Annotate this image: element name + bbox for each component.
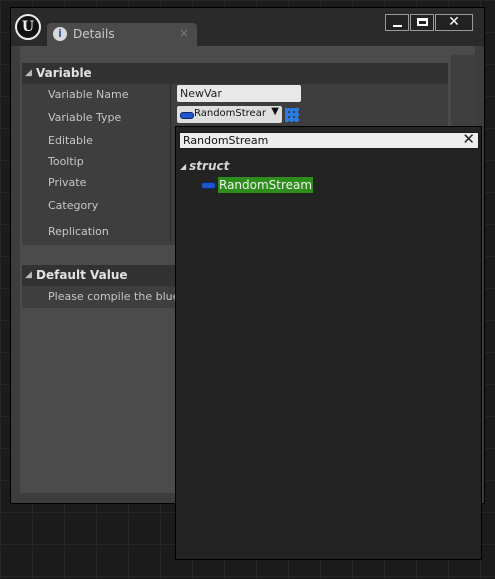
prop-replication-label: Replication	[48, 225, 109, 238]
prop-variable-name-label: Variable Name	[48, 88, 129, 101]
compile-message: Please compile the bluep	[48, 290, 187, 303]
collapse-arrow-icon[interactable]: ◢	[180, 162, 186, 171]
prop-category-label: Category	[48, 199, 99, 212]
unreal-logo-icon: U	[15, 14, 41, 40]
collapse-arrow-icon[interactable]: ◢	[25, 63, 32, 84]
variable-type-picker-popup: ✕ ◢struct RandomStream	[175, 126, 482, 560]
details-magnifier-icon: i	[53, 27, 67, 41]
struct-pin-icon	[201, 182, 216, 189]
title-bar[interactable]: U i Details × ✕	[11, 8, 484, 46]
chevron-down-icon: ▼	[271, 106, 279, 117]
variable-type-dropdown[interactable]: RandomStream ▼	[177, 106, 282, 123]
struct-category-label: struct	[189, 159, 230, 173]
variable-type-value: RandomStream	[194, 108, 266, 119]
collapse-arrow-icon[interactable]: ◢	[25, 265, 32, 286]
prop-tooltip-label: Tooltip	[48, 155, 84, 168]
type-result-label: RandomStream	[218, 177, 314, 193]
variable-name-input[interactable]	[177, 85, 301, 102]
clear-search-icon[interactable]: ✕	[462, 130, 475, 148]
close-window-button[interactable]: ✕	[435, 14, 473, 31]
tab-details-label: Details	[73, 27, 115, 41]
maximize-icon	[417, 18, 428, 26]
maximize-button[interactable]	[410, 14, 434, 31]
variable-category-title: Variable	[36, 66, 92, 80]
type-search-input[interactable]	[183, 133, 453, 148]
struct-pin-icon	[180, 112, 194, 119]
tab-details[interactable]: i Details ×	[47, 23, 197, 46]
prop-private-label: Private	[48, 176, 87, 189]
container-type-grid-icon[interactable]	[285, 108, 299, 122]
prop-editable-label: Editable	[48, 134, 93, 147]
minimize-icon	[393, 25, 402, 27]
minimize-button[interactable]	[385, 14, 409, 31]
struct-category-header[interactable]: ◢ struct	[180, 159, 229, 173]
default-value-category-title: Default Value	[36, 268, 128, 282]
window-controls: ✕	[384, 14, 473, 31]
prop-variable-type-label: Variable Type	[48, 111, 122, 124]
close-icon: ✕	[448, 14, 460, 30]
tab-close-icon[interactable]: ×	[179, 26, 189, 40]
column-divider[interactable]	[170, 84, 171, 242]
type-search-box[interactable]: ✕	[179, 130, 479, 149]
variable-category-header[interactable]: ◢ Variable	[22, 63, 448, 84]
